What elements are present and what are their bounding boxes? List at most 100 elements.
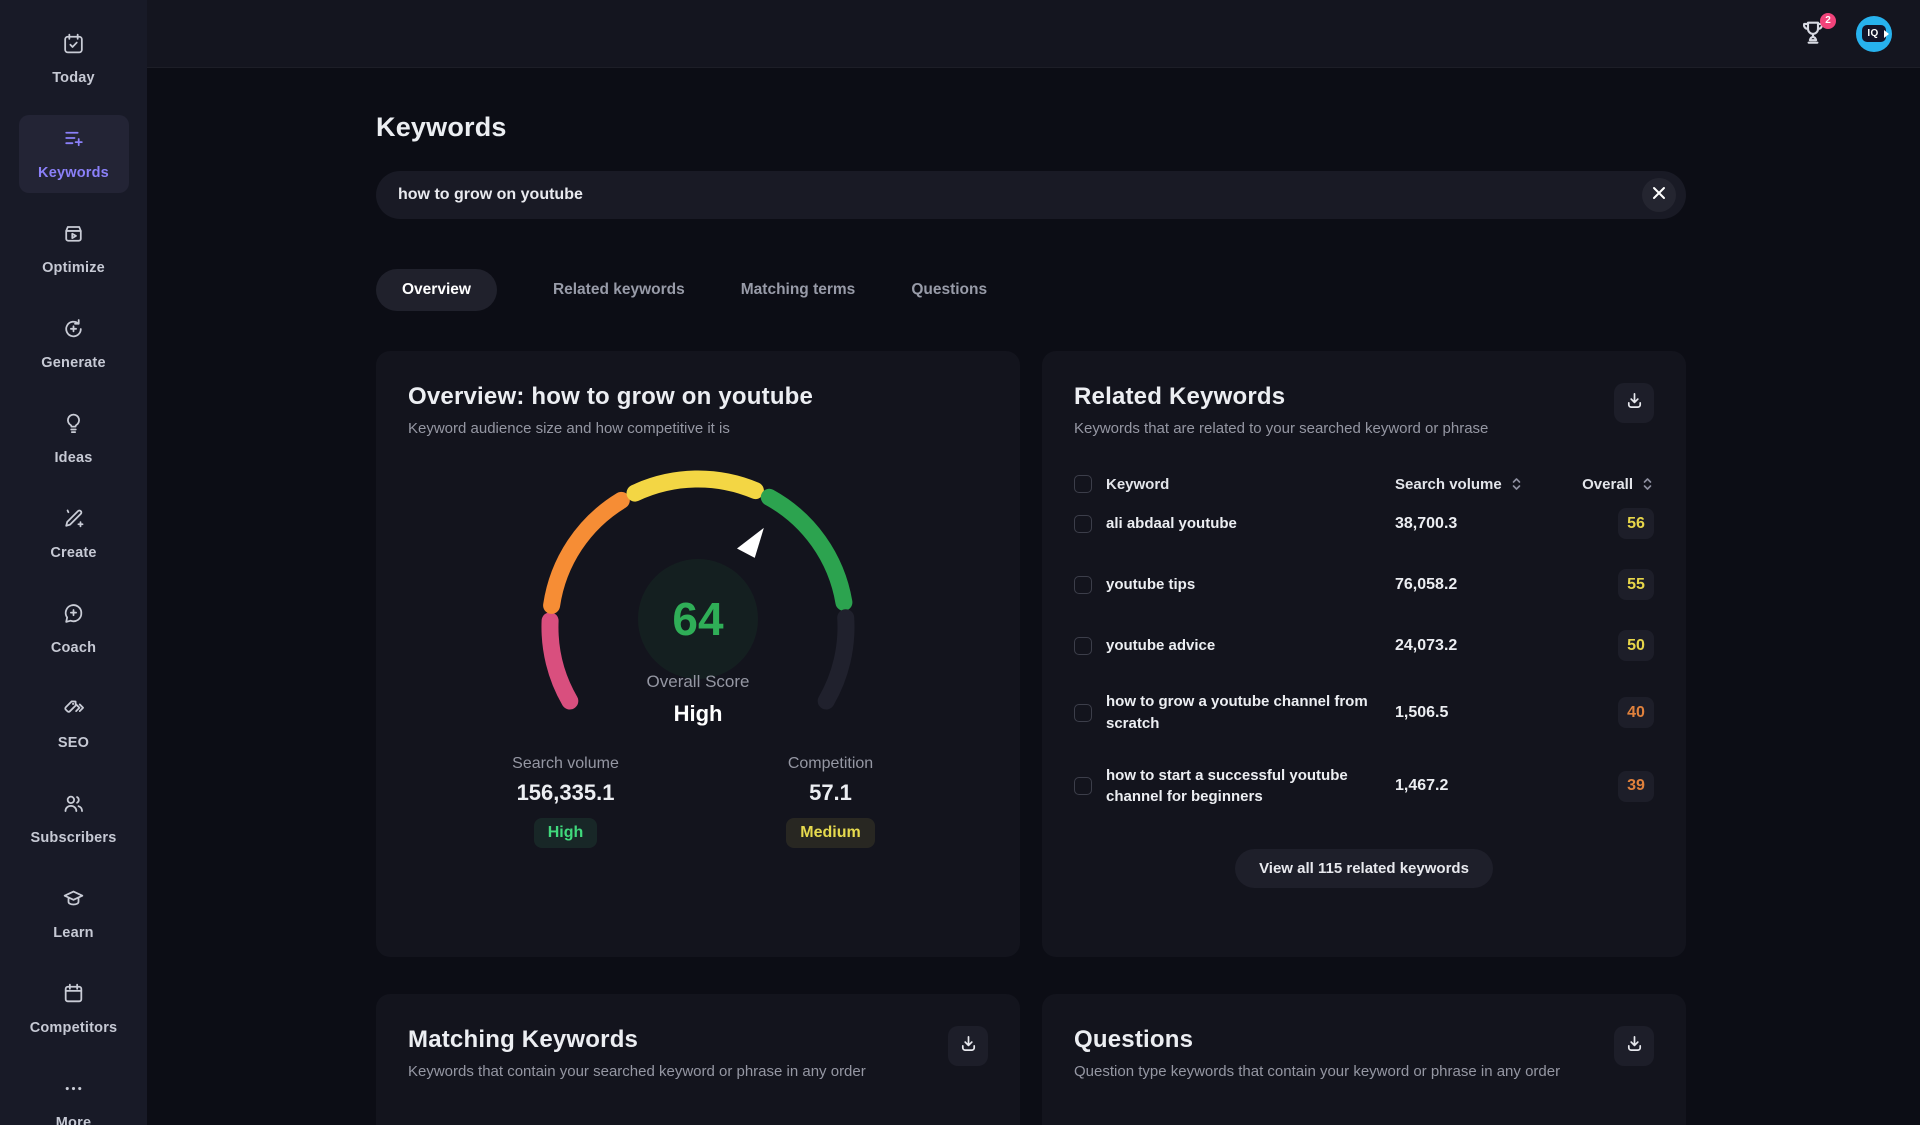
download-button[interactable]	[948, 1026, 988, 1066]
view-all-related-button[interactable]: View all 115 related keywords	[1235, 849, 1493, 888]
sidebar-item-label: Coach	[51, 640, 96, 656]
sidebar-item-label: Subscribers	[30, 830, 116, 846]
table-row: how to grow a youtube channel from scrat…	[1074, 676, 1654, 750]
keyword-list-icon	[61, 126, 86, 156]
sidebar-item-seo[interactable]: SEO	[19, 685, 129, 763]
people-icon	[61, 791, 86, 821]
clear-search-button[interactable]	[1642, 178, 1676, 212]
search-volume-cell: 38,700.3	[1395, 515, 1562, 533]
overall-score-badge: 50	[1618, 630, 1654, 661]
sidebar-item-generate[interactable]: Generate	[19, 305, 129, 383]
sidebar-item-optimize[interactable]: Optimize	[19, 210, 129, 288]
download-button[interactable]	[1614, 383, 1654, 423]
questions-card-title: Questions	[1074, 1026, 1560, 1054]
search-volume-cell: 1,467.2	[1395, 777, 1562, 795]
search-volume-stat: Search volume 156,335.1 High	[481, 755, 651, 848]
gauge-segment-empty	[826, 618, 846, 701]
matching-keywords-card: Matching Keywords Keywords that contain …	[376, 994, 1020, 1125]
row-checkbox[interactable]	[1074, 576, 1092, 594]
sidebar-item-label: Learn	[53, 925, 94, 941]
calendar-check-icon	[61, 31, 86, 61]
column-header-keyword[interactable]: Keyword	[1106, 476, 1395, 493]
sidebar-item-label: Create	[50, 545, 96, 561]
sidebar-item-learn[interactable]: Learn	[19, 875, 129, 953]
tab-questions[interactable]: Questions	[911, 281, 987, 299]
sort-icon[interactable]	[1641, 477, 1654, 491]
table-row: youtube advice 24,073.2 50	[1074, 615, 1654, 676]
gauge-segment-medium	[635, 479, 755, 493]
app-window: Today Keywords Optimize Generate Ideas	[0, 0, 1920, 1125]
tab-matching-terms[interactable]: Matching terms	[741, 281, 856, 299]
download-button[interactable]	[1614, 1026, 1654, 1066]
account-avatar[interactable]: IQ	[1856, 16, 1892, 52]
tab-overview[interactable]: Overview	[376, 269, 497, 311]
tags-icon	[61, 696, 86, 726]
search-volume-cell: 76,058.2	[1395, 576, 1562, 594]
sidebar-item-keywords[interactable]: Keywords	[19, 115, 129, 193]
row-checkbox[interactable]	[1074, 515, 1092, 533]
stat-value: 156,335.1	[481, 780, 651, 806]
overall-score-label: Overall Score	[647, 672, 750, 691]
row-checkbox[interactable]	[1074, 777, 1092, 795]
column-header-overall[interactable]: Overall	[1582, 476, 1633, 493]
keyword-cell: ali abdaal youtube	[1106, 513, 1395, 535]
sidebar-item-subscribers[interactable]: Subscribers	[19, 780, 129, 858]
table-row: youtube tips 76,058.2 55	[1074, 554, 1654, 615]
row-checkbox[interactable]	[1074, 637, 1092, 655]
select-all-checkbox[interactable]	[1074, 475, 1092, 493]
chat-sparkle-icon	[61, 601, 86, 631]
sidebar-item-ideas[interactable]: Ideas	[19, 400, 129, 478]
related-card-title: Related Keywords	[1074, 383, 1488, 411]
sidebar-item-create[interactable]: Create	[19, 495, 129, 573]
calendar-icon	[61, 981, 86, 1011]
sidebar-item-label: Optimize	[42, 260, 105, 276]
competition-stat: Competition 57.1 Medium	[746, 755, 916, 848]
overall-score-badge: 55	[1618, 569, 1654, 600]
sidebar-item-today[interactable]: Today	[19, 20, 129, 98]
matching-card-title: Matching Keywords	[408, 1026, 866, 1054]
page-title: Keywords	[376, 112, 1686, 143]
close-icon	[1652, 186, 1666, 205]
keyword-search-bar	[376, 171, 1686, 219]
video-box-icon	[61, 221, 86, 251]
sidebar-item-coach[interactable]: Coach	[19, 590, 129, 668]
related-card-subtitle: Keywords that are related to your search…	[1074, 420, 1488, 437]
keyword-search-input[interactable]	[398, 186, 1626, 204]
sidebar-item-label: Today	[52, 70, 95, 86]
search-volume-cell: 24,073.2	[1395, 637, 1562, 655]
ellipsis-icon	[61, 1076, 86, 1106]
result-tabs: Overview Related keywords Matching terms…	[376, 269, 1686, 311]
topbar: 2 IQ	[147, 0, 1920, 68]
notification-badge: 2	[1820, 13, 1836, 29]
sort-icon[interactable]	[1510, 477, 1523, 491]
tab-related-keywords[interactable]: Related keywords	[553, 281, 685, 299]
download-icon	[1625, 391, 1644, 415]
column-header-search-volume[interactable]: Search volume	[1395, 476, 1502, 493]
overall-score-badge: 39	[1618, 771, 1654, 802]
stat-label: Search volume	[481, 755, 651, 773]
keyword-cell: how to grow a youtube channel from scrat…	[1106, 691, 1395, 735]
sidebar-item-more[interactable]: More	[19, 1065, 129, 1125]
overall-score-badge: 40	[1618, 697, 1654, 728]
download-icon	[959, 1034, 978, 1058]
matching-card-subtitle: Keywords that contain your searched keyw…	[408, 1063, 866, 1080]
overall-score-badge: 56	[1618, 508, 1654, 539]
row-checkbox[interactable]	[1074, 704, 1092, 722]
vidiq-logo-icon: IQ	[1862, 25, 1885, 42]
status-badge: High	[534, 818, 598, 848]
sidebar-item-label: Generate	[41, 355, 105, 371]
sidebar-item-label: Competitors	[30, 1020, 118, 1036]
overview-card-subtitle: Keyword audience size and how competitiv…	[408, 420, 813, 437]
questions-card: Questions Question type keywords that co…	[1042, 994, 1686, 1125]
download-icon	[1625, 1034, 1644, 1058]
keyword-cell: youtube advice	[1106, 635, 1395, 657]
status-badge: Medium	[786, 818, 874, 848]
overview-card: Overview: how to grow on youtube Keyword…	[376, 351, 1020, 957]
sidebar-item-label: Ideas	[54, 450, 92, 466]
gauge-segment-medium-low	[552, 500, 622, 605]
sidebar-item-competitors[interactable]: Competitors	[19, 970, 129, 1048]
overview-card-title: Overview: how to grow on youtube	[408, 383, 813, 411]
search-volume-cell: 1,506.5	[1395, 704, 1562, 722]
achievements-button[interactable]: 2	[1798, 17, 1832, 51]
overall-score-gauge: 64 Overall Score High	[408, 467, 988, 727]
